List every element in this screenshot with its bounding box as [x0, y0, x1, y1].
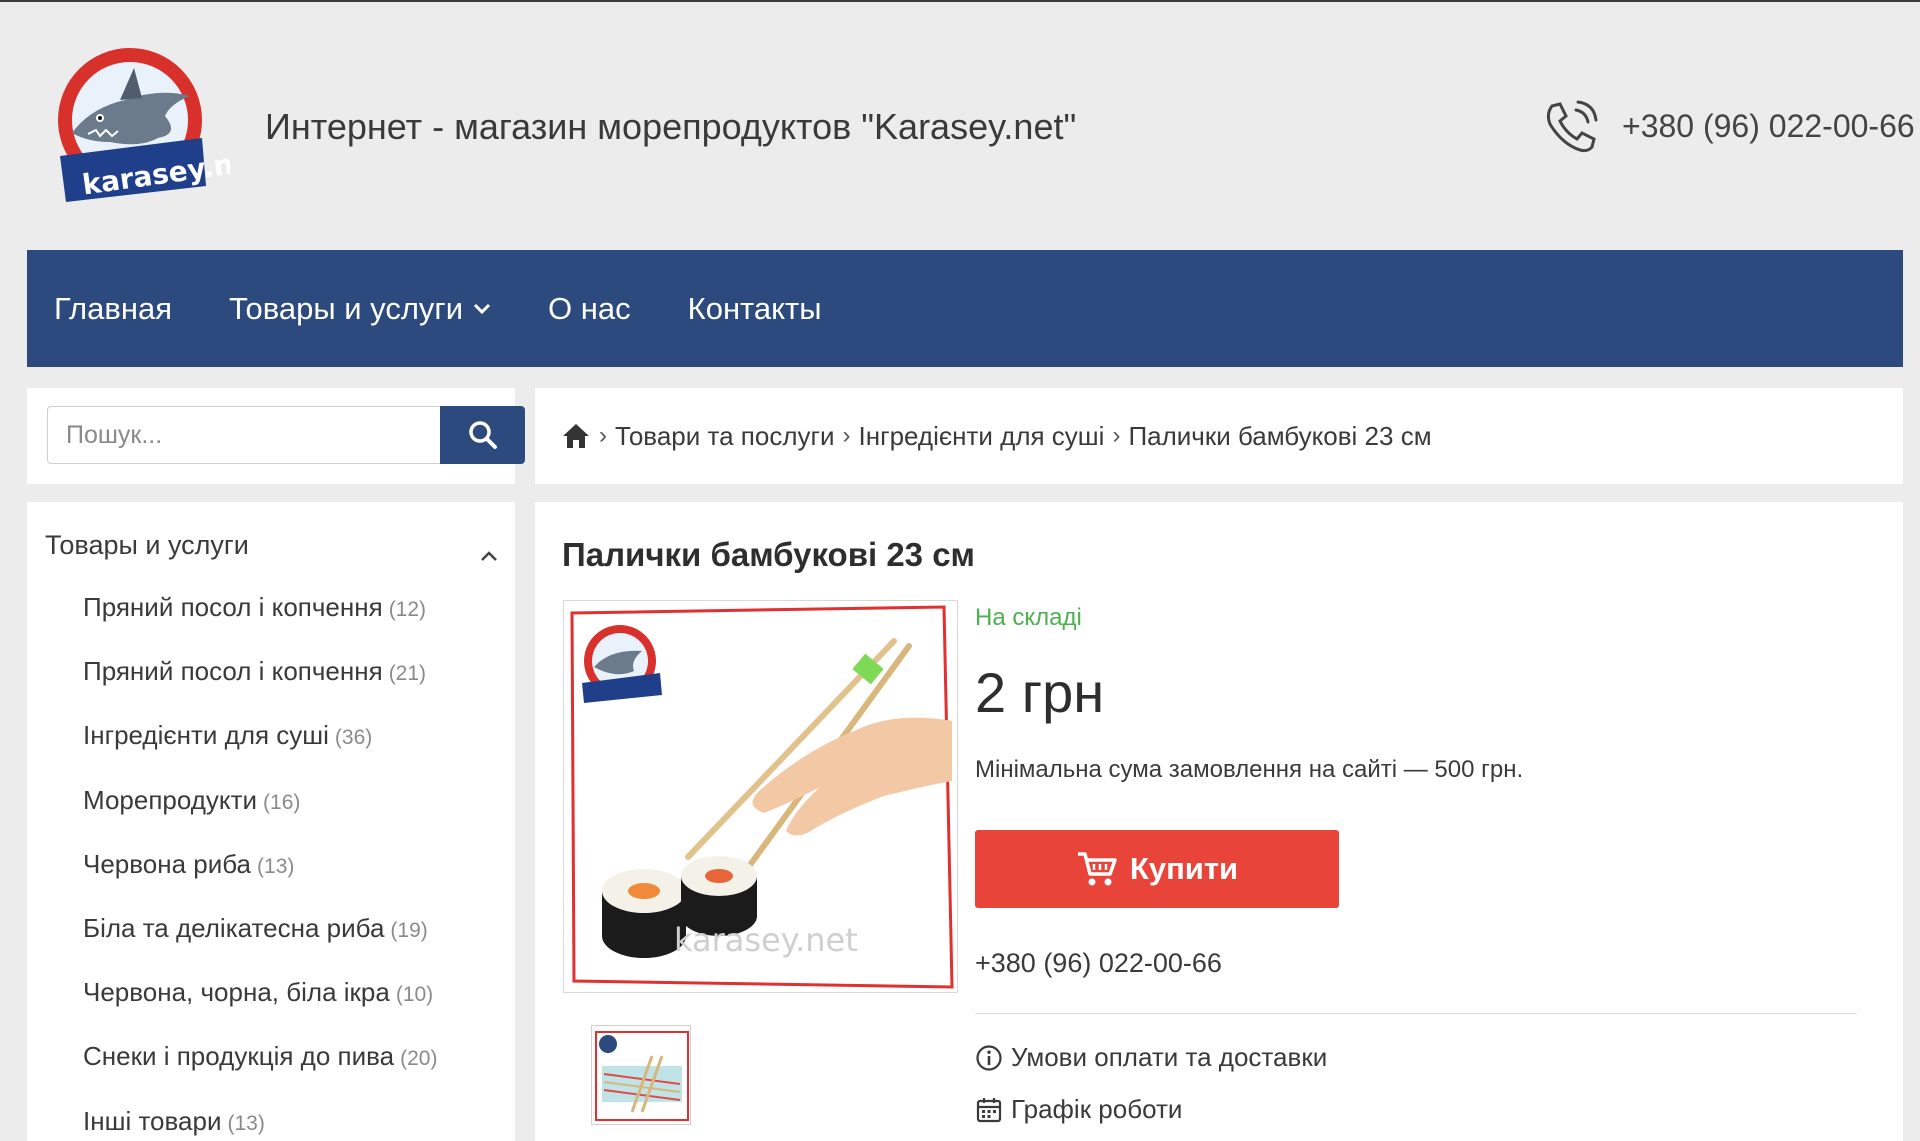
payment-delivery-link[interactable]: Умови оплати та доставки — [975, 1042, 1327, 1073]
divider — [975, 1013, 1857, 1014]
info-icon — [976, 1044, 1002, 1071]
category-item[interactable]: Червона, чорна, біла ікра (10) — [83, 977, 437, 1041]
work-schedule-link[interactable]: Графік роботи — [975, 1094, 1182, 1125]
nav-item-label: О нас — [548, 290, 631, 326]
buy-button[interactable]: Купити — [975, 830, 1339, 908]
category-item[interactable]: Інгредієнти для суші (36) — [83, 720, 437, 784]
category-item[interactable]: Біла та делікатесна риба (19) — [83, 913, 437, 977]
work-schedule-label: Графік роботи — [1011, 1094, 1183, 1124]
category-count: (13) — [257, 854, 295, 878]
main-nav: Главная Товары и услуги О нас Контакты — [27, 250, 1903, 367]
category-label: Червона риба — [83, 848, 252, 879]
category-count: (12) — [388, 598, 427, 621]
category-count: (19) — [390, 918, 428, 942]
category-list: Пряний посол і копчення (12) Пряний посол… — [83, 592, 437, 1141]
cart-icon — [1077, 852, 1117, 886]
nav-item-about[interactable]: О нас — [548, 291, 631, 327]
category-item[interactable]: Червона риба (13) — [83, 849, 437, 913]
site-header: karasey.net Интернет - магазин морепроду… — [0, 2, 1920, 250]
product-image[interactable]: karasey.net — [563, 600, 958, 993]
breadcrumb-separator: › — [1112, 422, 1121, 449]
site-logo[interactable]: karasey.net — [30, 38, 268, 208]
category-item[interactable]: Морепродукти (16) — [83, 785, 437, 849]
category-label: Снеки і продукція до пива — [83, 1041, 395, 1072]
search-input[interactable] — [47, 406, 441, 464]
phone-icon — [1540, 96, 1602, 158]
category-label: Пряний посол і копчення — [83, 656, 383, 687]
image-watermark: karasey.net — [674, 921, 858, 959]
search-panel — [27, 388, 525, 484]
category-item[interactable]: Снеки і продукція до пива (20) — [83, 1041, 437, 1105]
category-label: Біла та делікатесна риба — [83, 912, 385, 943]
site-title: Интернет - магазин морепродуктов "Karase… — [265, 106, 1077, 147]
category-label: Інші товари — [83, 1105, 222, 1136]
home-icon[interactable] — [561, 422, 591, 450]
product-panel: Палички бамбукові 23 см karasey.net На с… — [535, 502, 1903, 1141]
stock-status: На складі — [975, 604, 1082, 631]
chevron-down-icon — [473, 303, 491, 314]
category-header[interactable]: Товары и услуги — [45, 530, 505, 570]
nav-item-contacts[interactable]: Контакты — [688, 291, 822, 327]
nav-item-label: Товары и услуги — [229, 290, 464, 326]
category-label: Червона, чорна, біла ікра — [83, 977, 390, 1008]
category-sidebar: Товары и услуги Пряний посол і копчення(… — [27, 502, 515, 1141]
breadcrumb: › Товари та послуги › Інгредієнти для су… — [535, 388, 1903, 484]
category-count: (20) — [400, 1047, 438, 1071]
category-count: (16) — [263, 790, 301, 814]
product-title: Палички бамбукові 23 см — [562, 536, 975, 573]
calendar-icon — [976, 1097, 1002, 1122]
category-count: (36) — [334, 726, 373, 750]
category-item[interactable]: Інші товари (13) — [83, 1106, 437, 1141]
search-icon — [468, 421, 497, 449]
breadcrumb-link[interactable]: Товари та послуги — [615, 421, 835, 452]
breadcrumb-current: Палички бамбукові 23 см — [1128, 420, 1432, 451]
category-label: Морепродукти — [83, 784, 258, 815]
category-item[interactable]: Пряний посол і копчення (12) — [83, 592, 437, 656]
nav-item-label: Контакты — [687, 290, 822, 326]
category-label: Пряний посол і копчення — [83, 592, 383, 622]
nav-item-home[interactable]: Главная — [54, 291, 172, 327]
category-item[interactable]: Пряний посол і копчення (21) — [83, 656, 437, 720]
payment-delivery-label: Умови оплати та доставки — [1011, 1042, 1328, 1072]
category-title: Товары и услуги — [45, 530, 249, 560]
product-phone[interactable]: +380 (96) 022-00-66 — [975, 948, 1222, 979]
min-order-note: Мінімальна сума замовлення на сайті — 50… — [975, 756, 1524, 783]
category-label: Інгредієнти для суші — [83, 720, 329, 751]
category-count: (10) — [395, 983, 434, 1007]
chevron-up-icon[interactable] — [479, 550, 499, 562]
buy-button-label: Купити — [1129, 851, 1239, 886]
breadcrumb-separator: › — [842, 422, 851, 449]
header-phone[interactable]: +380 (96) 022-00-66 — [1622, 108, 1915, 145]
product-price: 2 грн — [975, 661, 1105, 724]
nav-item-label: Главная — [54, 290, 172, 326]
product-thumbnail[interactable] — [591, 1025, 691, 1125]
search-button[interactable] — [440, 406, 525, 464]
category-count: (21) — [388, 662, 427, 686]
nav-item-products[interactable]: Товары и услуги — [229, 291, 491, 327]
breadcrumb-link[interactable]: Інгредієнти для суші — [859, 421, 1105, 452]
breadcrumb-separator: › — [599, 422, 607, 449]
category-count: (13) — [227, 1111, 265, 1135]
